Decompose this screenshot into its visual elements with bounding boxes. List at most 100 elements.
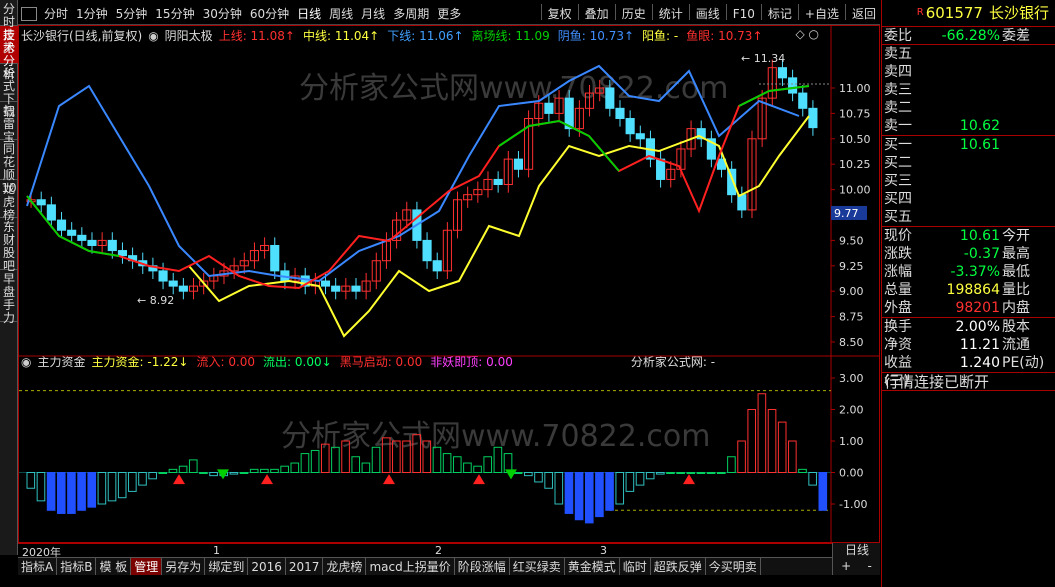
toolbar-button-6[interactable]: 标记 <box>764 4 796 24</box>
toolbar-button-0[interactable]: 复权 <box>544 4 576 24</box>
quote-label-right: 量比 <box>1002 282 1030 298</box>
candle-body <box>351 285 361 292</box>
vertical-tab-7[interactable]: 早盘手力 <box>0 270 18 325</box>
flow-bar <box>544 472 553 489</box>
candle-body <box>77 234 87 241</box>
bottom-tab-0[interactable]: 指标A <box>18 558 58 575</box>
bottom-tab-6[interactable]: 2016 <box>248 558 286 575</box>
toolbar-button-4[interactable]: 画线 <box>692 4 724 24</box>
quote-value: 1.240 <box>959 355 1000 371</box>
quote-label: 买一 <box>884 137 912 153</box>
price-tick-label: 10.50 <box>839 133 871 146</box>
bottom-tab-5[interactable]: 绑定到 <box>205 558 249 575</box>
bottom-tab-2[interactable]: 模 板 <box>96 558 132 575</box>
toolbar-button-3[interactable]: 统计 <box>655 4 687 24</box>
bottom-tab-3[interactable]: 管理 <box>131 558 163 575</box>
flow-bar <box>747 409 757 473</box>
flow-bar <box>727 456 736 473</box>
bottom-tab-7[interactable]: 2017 <box>286 558 324 575</box>
candle-body <box>432 260 442 272</box>
toolbar-button-7[interactable]: +自选 <box>801 4 843 24</box>
flow-bar <box>290 462 300 473</box>
chart-options-icon[interactable]: ◇ ○ <box>795 27 819 41</box>
bottom-tab-9[interactable]: macd上拐量价 <box>366 558 455 575</box>
vertical-tab-6[interactable]: 东财股吧 <box>0 218 18 273</box>
weicha-label: 委差 <box>1002 28 1030 44</box>
bottom-tab-11[interactable]: 红买绿卖 <box>510 558 565 575</box>
quote-value <box>932 63 1000 81</box>
sub-tick-label: 3.00 <box>839 372 864 385</box>
candle-body <box>270 244 280 272</box>
flow-bar <box>696 472 706 474</box>
flow-bar <box>199 472 208 474</box>
bottom-tab-13[interactable]: 临时 <box>620 558 651 575</box>
price-tick-label: 10.25 <box>839 158 871 171</box>
quote-label: 涨幅 <box>884 264 912 280</box>
candle-body <box>605 87 615 109</box>
zoom-in-button[interactable]: + <box>841 557 851 575</box>
period-button-3[interactable]: 15分钟 <box>151 4 198 24</box>
candle-body <box>788 77 798 94</box>
period-label: 日线 <box>845 543 870 557</box>
toggle-box-icon[interactable] <box>21 6 37 21</box>
flow-bar <box>26 472 36 489</box>
flow-bar <box>808 472 817 486</box>
period-button-7[interactable]: 周线 <box>325 4 357 24</box>
vertical-tab-3[interactable]: 扫雷宝 <box>0 102 18 144</box>
quote-label: 净资 <box>884 337 912 353</box>
toolbar-button-5[interactable]: F10 <box>729 4 759 24</box>
flow-bar <box>249 468 259 474</box>
bottom-tab-1[interactable]: 指标B <box>57 558 97 575</box>
flow-bar <box>280 465 289 474</box>
chart-area[interactable]: 长沙银行(日线,前复权) ◉ 阴阳太极 上线: 11.08↑ 中线: 11.04↑… <box>18 25 880 543</box>
price-tick-label: 9.00 <box>839 285 864 298</box>
toolbar-button-8[interactable]: 返回 <box>848 4 880 24</box>
period-button-5[interactable]: 60分钟 <box>246 4 293 24</box>
toolbar-button-1[interactable]: 叠加 <box>581 4 613 24</box>
price-tick-label: 10.00 <box>839 184 871 197</box>
flow-bar <box>229 472 239 475</box>
period-button-1[interactable]: 1分钟 <box>72 4 112 24</box>
flow-bar <box>46 472 56 511</box>
period-button-8[interactable]: 月线 <box>357 4 389 24</box>
bottom-tab-4[interactable]: 另存为 <box>162 558 206 575</box>
period-button-0[interactable]: 分时 <box>40 4 72 24</box>
stock-code: 601577 <box>925 4 983 22</box>
quote-label-right: PE(动) <box>1002 355 1045 371</box>
sub-tick-label: -1.00 <box>839 498 867 511</box>
candle-body <box>36 199 46 206</box>
vertical-tab-0[interactable]: 分时走势 <box>0 0 18 55</box>
toolbar-button-2[interactable]: 历史 <box>618 4 650 24</box>
candle-body <box>117 250 128 257</box>
vertical-tab-4[interactable]: 同花顺10 <box>0 140 18 195</box>
flow-bar <box>757 393 767 473</box>
flow-bar <box>158 472 168 474</box>
flow-bar <box>463 462 472 473</box>
period-button-9[interactable]: 多周期 <box>389 4 433 24</box>
candle-body <box>178 285 188 292</box>
quote-panel: R 601577 长沙银行 委比 -66.28% 委差 卖五 卖四 卖三 卖二 卖一 10… <box>881 0 1055 587</box>
flow-bar <box>635 472 645 486</box>
quote-label: 买四 <box>884 191 912 207</box>
period-button-2[interactable]: 5分钟 <box>112 4 152 24</box>
quote-label: 卖五 <box>884 46 912 62</box>
bottom-tab-12[interactable]: 黄金模式 <box>565 558 620 575</box>
bottom-tab-10[interactable]: 阶段涨幅 <box>455 558 510 575</box>
bottom-tab-8[interactable]: 龙虎榜 <box>323 558 367 575</box>
flow-bar <box>554 472 564 505</box>
buy-signal-icon <box>383 474 395 485</box>
vertical-tab-1[interactable]: 技术分析 <box>0 26 18 81</box>
flow-bar <box>138 472 147 486</box>
quote-label: 涨跌 <box>884 246 912 262</box>
bottom-tab-15[interactable]: 今买明卖 <box>706 558 761 575</box>
vertical-tab-2[interactable]: 公式下载 <box>0 64 18 119</box>
toolbar-separator <box>614 3 616 20</box>
period-button-4[interactable]: 30分钟 <box>199 4 246 24</box>
period-button-6[interactable]: 日线 <box>293 4 325 24</box>
bottom-tab-14[interactable]: 超跌反弹 <box>651 558 706 575</box>
zoom-out-button[interactable]: - <box>868 557 872 575</box>
candle-body <box>798 92 808 109</box>
flow-bar <box>178 465 188 474</box>
period-button-10[interactable]: 更多 <box>433 4 465 24</box>
quote-label: 买五 <box>884 209 912 225</box>
